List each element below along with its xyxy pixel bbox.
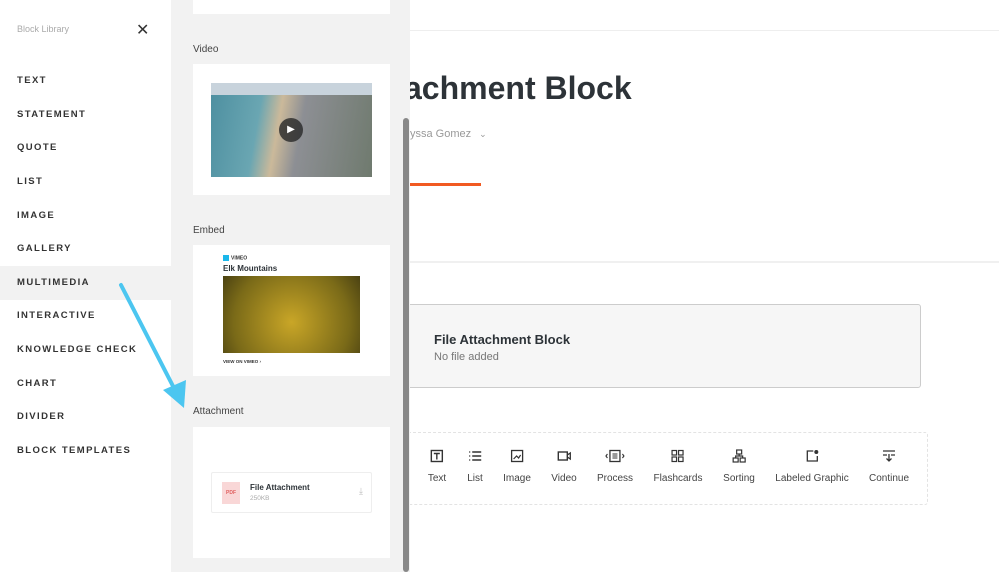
annotation-arrow: [119, 283, 186, 408]
